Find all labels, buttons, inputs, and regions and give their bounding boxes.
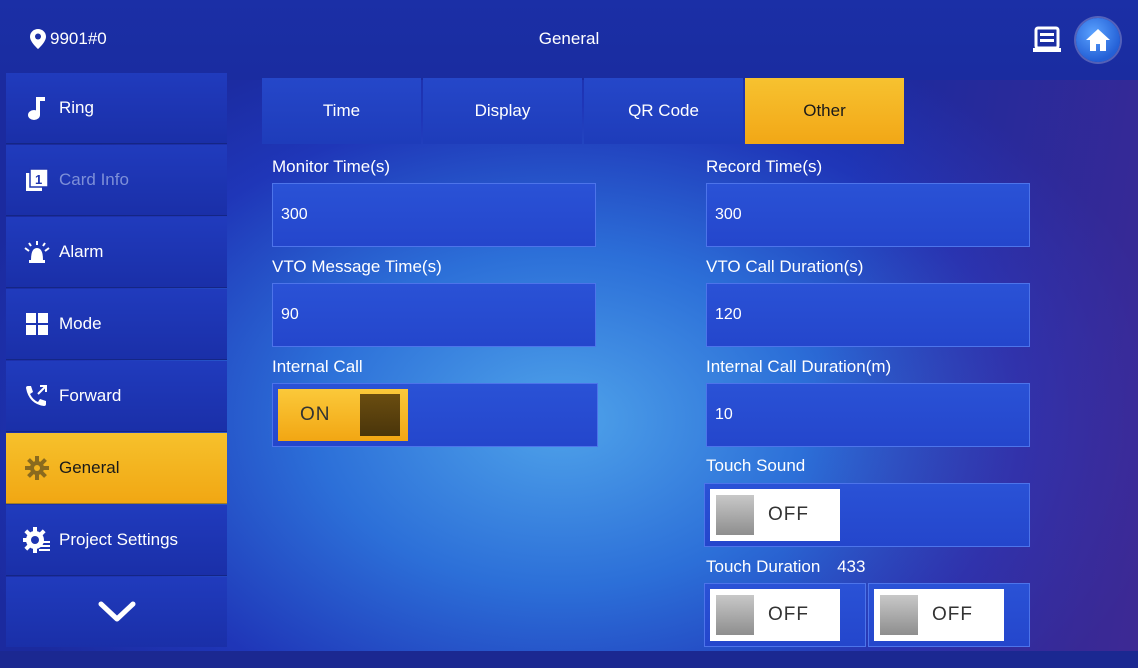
sidebar-item-label: Project Settings xyxy=(59,530,179,549)
sidebar-item-card-info[interactable]: 1 Card Info xyxy=(6,145,227,216)
record-time-label: Record Time(s) xyxy=(706,157,823,176)
tab-other[interactable]: Other xyxy=(745,78,904,144)
sidebar-item-mode[interactable]: Mode xyxy=(6,289,227,360)
sidebar-item-forward[interactable]: Forward xyxy=(6,361,227,432)
tab-display[interactable]: Display xyxy=(423,78,582,144)
sidebar-item-label: Alarm xyxy=(59,242,104,261)
tab-time[interactable]: Time xyxy=(262,78,421,144)
tab-qr-code[interactable]: QR Code xyxy=(584,78,743,144)
toggle-state-text: OFF xyxy=(768,604,809,625)
toggle-state-text: OFF xyxy=(768,504,809,525)
sidebar-item-label: Ring xyxy=(59,98,94,117)
chevron-down-icon xyxy=(98,601,135,622)
home-button[interactable] xyxy=(1076,18,1120,62)
internal-call-label: Internal Call xyxy=(272,357,363,376)
toggle-state-text: ON xyxy=(300,404,331,425)
alarm-siren-icon xyxy=(23,238,51,266)
sidebar-item-label: Mode xyxy=(59,314,102,333)
touch-duration-label-text: Touch Duration xyxy=(706,557,821,576)
page-title: General xyxy=(538,29,600,48)
card-icon: 1 xyxy=(23,166,51,194)
top-bar: 9901#0 General xyxy=(0,0,1138,80)
sidebar-item-general[interactable]: General xyxy=(6,433,227,504)
sidebar: Ring 1 Card Info Alarm Mode Forward Gene… xyxy=(6,73,227,651)
vto-call-duration-label: VTO Call Duration(s) xyxy=(706,257,864,276)
toggle-knob xyxy=(880,595,918,635)
sidebar-item-alarm[interactable]: Alarm xyxy=(6,217,227,288)
sidebar-item-ring[interactable]: Ring xyxy=(6,73,227,144)
vto-message-time-field[interactable]: 90 xyxy=(272,283,596,347)
sidebar-item-label: Forward xyxy=(59,386,122,405)
sidebar-scroll-down-button[interactable] xyxy=(6,577,227,647)
touch-sound-toggle[interactable]: OFF xyxy=(704,483,1030,547)
monitor-time-label: Monitor Time(s) xyxy=(272,157,391,176)
touch-duration-value: 433 xyxy=(837,557,866,576)
toggle-knob xyxy=(716,495,754,535)
toggle-knob xyxy=(360,394,400,436)
svg-text:1: 1 xyxy=(35,172,42,187)
tab-bar: Time Display QR Code Other xyxy=(262,78,906,144)
call-forward-icon xyxy=(23,382,51,410)
vto-message-time-label: VTO Message Time(s) xyxy=(272,257,442,276)
monitor-icon[interactable] xyxy=(1032,26,1062,54)
vto-call-duration-field[interactable]: 120 xyxy=(706,283,1030,347)
sidebar-item-label: General xyxy=(59,458,120,477)
toggle-switch-off[interactable]: OFF xyxy=(710,489,840,541)
gear-icon xyxy=(23,454,51,482)
toggle-switch-off[interactable]: OFF xyxy=(710,589,840,641)
toggle-state-text: OFF xyxy=(932,604,973,625)
toggle-knob xyxy=(716,595,754,635)
internal-call-duration-field[interactable]: 10 xyxy=(706,383,1030,447)
grid-icon xyxy=(23,310,51,338)
music-note-icon xyxy=(23,94,51,122)
sidebar-item-label: Card Info xyxy=(59,170,129,189)
record-time-field[interactable]: 300 xyxy=(706,183,1030,247)
touch-sound-label: Touch Sound xyxy=(706,456,806,475)
sidebar-item-project-settings[interactable]: Project Settings xyxy=(6,505,227,576)
touch-duration-label: Touch Duration 433 xyxy=(706,557,865,577)
home-icon xyxy=(1086,29,1110,51)
touch-duration-toggle-2[interactable]: OFF xyxy=(868,583,1030,647)
bottom-strip xyxy=(0,651,1138,668)
toggle-switch-off[interactable]: OFF xyxy=(874,589,1004,641)
touch-duration-toggle-1[interactable]: OFF xyxy=(704,583,866,647)
internal-call-duration-label: Internal Call Duration(m) xyxy=(706,357,892,376)
internal-call-toggle[interactable]: ON xyxy=(272,383,598,447)
settings-gear-icon xyxy=(23,526,51,554)
monitor-time-field[interactable]: 300 xyxy=(272,183,596,247)
toggle-switch-on[interactable]: ON xyxy=(278,389,408,441)
